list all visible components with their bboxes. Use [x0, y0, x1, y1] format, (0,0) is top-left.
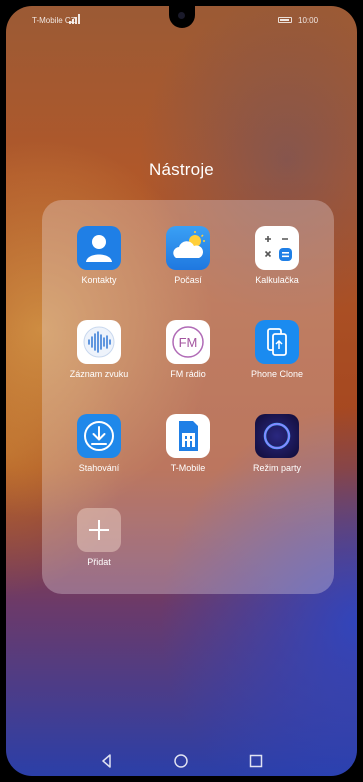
app-label: Phone Clone: [250, 369, 304, 379]
app-label: Kalkulačka: [255, 275, 299, 285]
contacts-icon: [77, 226, 121, 270]
app-label: T-Mobile: [170, 463, 206, 473]
phone-clone-icon: [255, 320, 299, 364]
app-weather[interactable]: Počasí: [143, 212, 233, 294]
recents-icon[interactable]: [247, 752, 265, 770]
weather-icon: [166, 226, 210, 270]
app-phone-clone[interactable]: Phone Clone: [232, 306, 322, 388]
app-downloads[interactable]: Stahování: [54, 400, 144, 482]
app-fm-radio[interactable]: FM FM rádio: [143, 306, 233, 388]
app-folder: Kontakty Počasí Kalkulačka Záznam zvuku …: [42, 200, 334, 594]
add-app-button[interactable]: Přidat: [54, 494, 144, 576]
camera-notch: [168, 6, 195, 28]
party-mode-icon: [255, 414, 299, 458]
app-label: Kontakty: [81, 275, 117, 285]
app-label: Stahování: [78, 463, 120, 473]
app-t-mobile[interactable]: T-Mobile: [143, 400, 233, 482]
app-label: Režim party: [252, 463, 301, 473]
downloads-icon: [77, 414, 121, 458]
app-label: Přidat: [87, 557, 111, 567]
phone-frame: T-Mobile CZ 10:00 Nástroje Kontakty Poča…: [0, 0, 363, 782]
app-label: Počasí: [174, 275, 202, 285]
home-screen: T-Mobile CZ 10:00 Nástroje Kontakty Poča…: [6, 6, 357, 776]
clock: 10:00: [298, 16, 319, 25]
home-icon[interactable]: [172, 752, 190, 770]
app-contacts[interactable]: Kontakty: [54, 212, 144, 294]
navigation-bar: [6, 746, 357, 776]
app-label: FM rádio: [170, 369, 206, 379]
add-icon: [77, 508, 121, 552]
back-icon[interactable]: [98, 752, 116, 770]
front-camera-icon: [178, 12, 185, 19]
app-party-mode[interactable]: Režim party: [232, 400, 322, 482]
app-label: Záznam zvuku: [69, 369, 129, 379]
battery-icon: [278, 17, 292, 23]
fm-icon-text: FM: [179, 335, 198, 350]
sound-recorder-icon: [77, 320, 121, 364]
app-sound-recorder[interactable]: Záznam zvuku: [54, 306, 144, 388]
t-mobile-icon: [166, 414, 210, 458]
app-calculator[interactable]: Kalkulačka: [232, 212, 322, 294]
fm-radio-icon: FM: [166, 320, 210, 364]
signal-icon: [69, 14, 80, 24]
calculator-icon: [255, 226, 299, 270]
folder-title[interactable]: Nástroje: [6, 160, 357, 180]
